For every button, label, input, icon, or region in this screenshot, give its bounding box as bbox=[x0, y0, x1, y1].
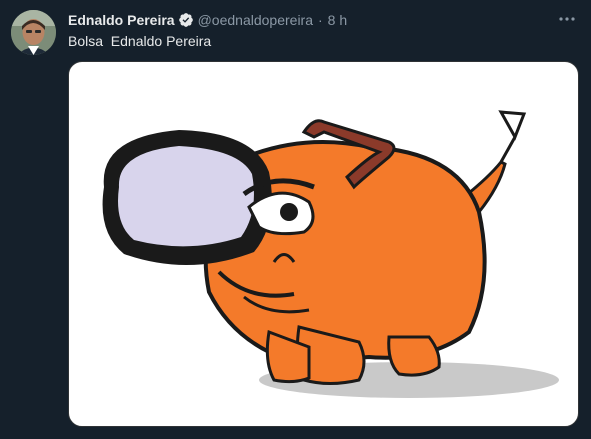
avatar[interactable] bbox=[11, 10, 56, 55]
tweet-media[interactable] bbox=[68, 61, 579, 427]
author-handle[interactable]: @oednaldopereira bbox=[198, 12, 313, 28]
tweet-text: Bolsa Ednaldo Pereira bbox=[68, 33, 212, 49]
tweet-timestamp[interactable]: 8 h bbox=[328, 12, 347, 28]
tweet-header: Ednaldo Pereira @oednaldopereira · 8 h bbox=[68, 11, 347, 29]
more-options-button[interactable] bbox=[555, 8, 579, 30]
more-options-icon bbox=[559, 17, 575, 21]
verified-badge-icon bbox=[178, 12, 194, 28]
author-display-name[interactable]: Ednaldo Pereira bbox=[68, 12, 175, 28]
media-image bbox=[102, 110, 559, 398]
tweet[interactable]: Ednaldo Pereira @oednaldopereira · 8 h B… bbox=[0, 0, 591, 439]
avatar-image bbox=[11, 10, 56, 55]
header-separator: · bbox=[318, 12, 323, 28]
